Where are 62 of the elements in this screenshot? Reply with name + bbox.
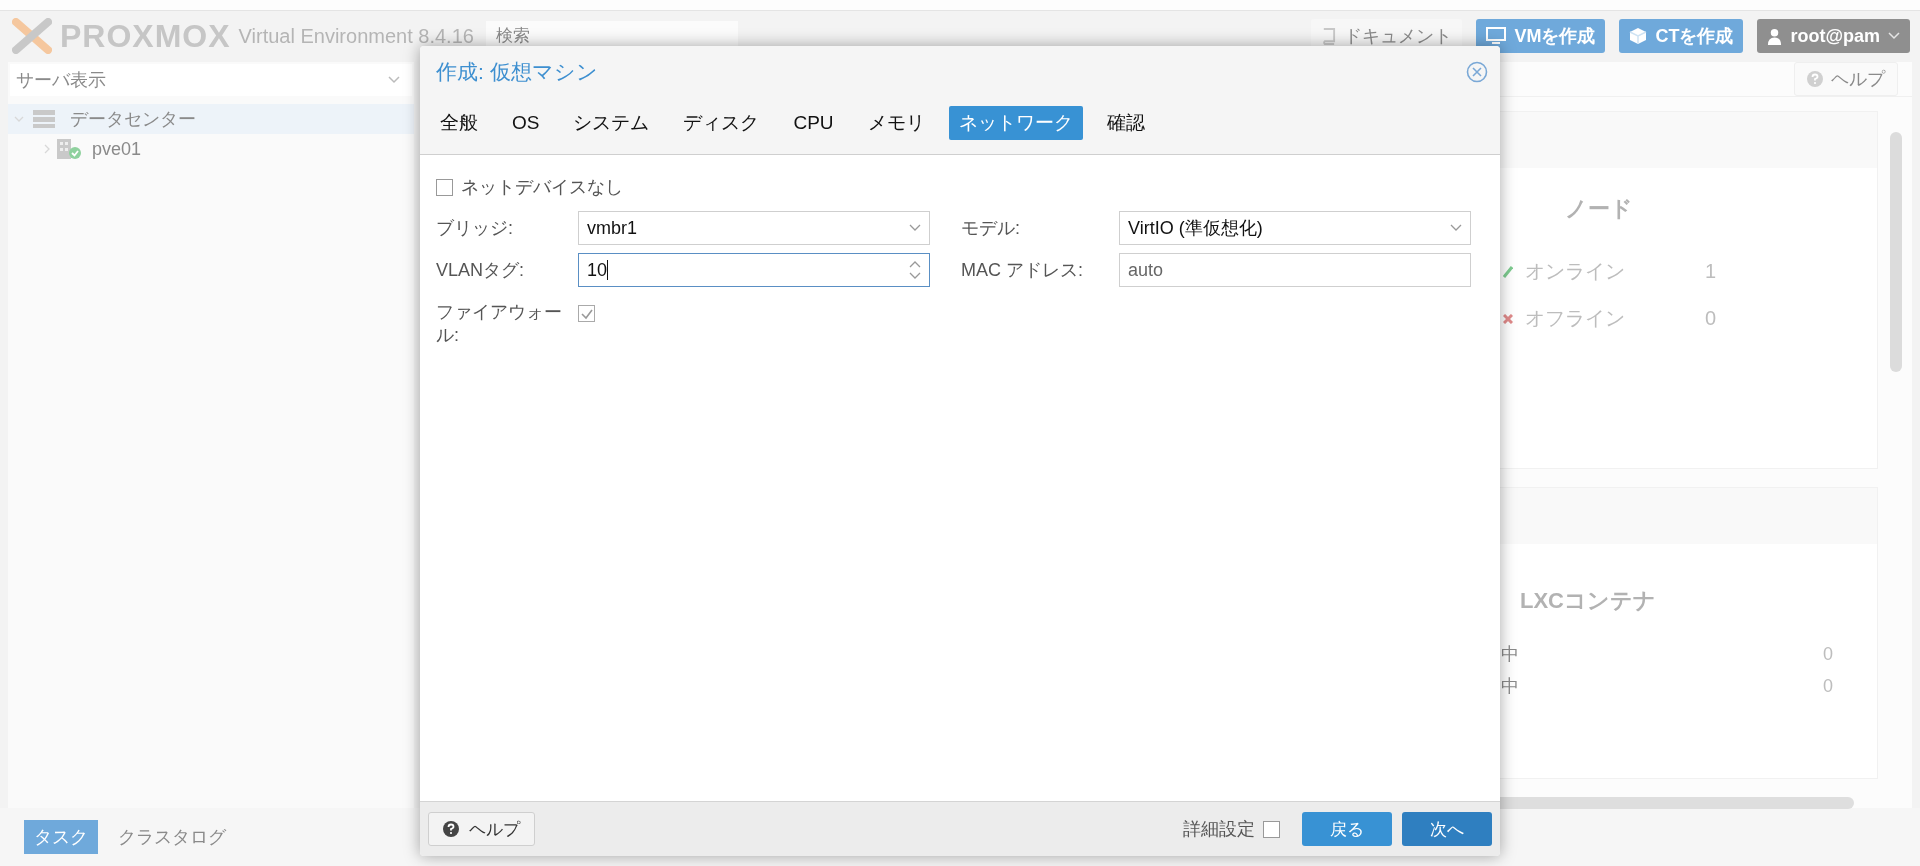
close-icon[interactable] — [1466, 61, 1488, 83]
expander-icon — [42, 144, 52, 154]
vertical-scrollbar[interactable] — [1890, 132, 1902, 372]
user-menu-button[interactable]: root@pam — [1757, 19, 1910, 53]
status-count: 0 — [1823, 643, 1833, 665]
wizard-tab[interactable]: OS — [502, 108, 550, 138]
tree-item[interactable]: pve01 — [8, 134, 414, 164]
wizard-tab[interactable]: システム — [563, 106, 660, 140]
card-title: LXCコンテナ — [1519, 587, 1657, 615]
field-label: ブリッジ: — [436, 216, 514, 240]
status-label: 中 — [1501, 675, 1520, 698]
server-online-icon — [56, 138, 82, 160]
cube-icon — [1629, 27, 1648, 45]
cross-icon — [1503, 313, 1513, 324]
wizard-tab[interactable]: ネットワーク — [948, 106, 1083, 140]
field-label: VLANタグ: — [436, 258, 526, 282]
product-version: Virtual Environment 8.4.16 — [238, 24, 474, 48]
caret-icon — [909, 224, 921, 232]
caret-icon — [1450, 224, 1462, 232]
logo-icon — [12, 18, 52, 54]
status-label: オンライン — [1525, 259, 1626, 284]
user-icon — [1767, 27, 1783, 45]
back-button[interactable]: 戻る — [1302, 812, 1392, 846]
book-icon — [1321, 27, 1337, 45]
status-label: 中 — [1501, 643, 1520, 666]
help-button[interactable]: ヘルプ — [428, 812, 535, 846]
caret-icon — [1888, 32, 1900, 40]
server-rack-icon — [32, 109, 56, 129]
check-icon — [1503, 265, 1513, 278]
input-field[interactable]: auto — [1119, 253, 1471, 287]
tree-item[interactable]: データセンター — [8, 104, 414, 134]
field-label: ファイアウォール: — [436, 301, 563, 346]
field-label: MAC アドレス: — [961, 258, 1084, 282]
view-dropdown[interactable]: サーバ表示 — [10, 64, 412, 96]
number-field[interactable]: 10 — [578, 253, 930, 287]
status-label: オフライン — [1525, 306, 1626, 331]
next-button[interactable]: 次へ — [1402, 812, 1492, 846]
checkbox-label: ネットデバイスなし — [461, 176, 623, 199]
dropdown-field[interactable]: VirtIO (準仮想化) — [1119, 211, 1471, 245]
dialog-title: 作成: 仮想マシン — [436, 59, 599, 85]
panel-tab[interactable]: クラスタログ — [108, 820, 236, 854]
wizard-tab[interactable]: 確認 — [1096, 106, 1155, 140]
monitor-icon — [1486, 27, 1507, 45]
expander-icon — [14, 114, 24, 124]
spinner-arrows-icon — [909, 260, 921, 280]
wizard-tab[interactable]: メモリ — [857, 106, 935, 140]
field-label: モデル: — [961, 216, 1021, 240]
wizard-tab[interactable]: 全般 — [430, 106, 488, 140]
card-title: ノード — [1564, 195, 1634, 223]
help-icon — [1807, 71, 1823, 87]
status-count: 1 — [1705, 260, 1717, 283]
checkbox[interactable] — [436, 178, 453, 196]
dropdown-field[interactable]: vmbr1 — [578, 211, 930, 245]
checkbox-label: 詳細設定 — [1183, 818, 1255, 841]
help-icon — [443, 821, 459, 837]
checkbox[interactable] — [1263, 820, 1280, 838]
caret-icon — [388, 76, 400, 84]
wizard-tab[interactable]: ディスク — [673, 106, 770, 140]
help-button[interactable]: ヘルプ — [1794, 62, 1898, 96]
wizard-tab[interactable]: CPU — [783, 108, 844, 138]
status-count: 0 — [1705, 307, 1717, 330]
status-count: 0 — [1823, 675, 1833, 697]
